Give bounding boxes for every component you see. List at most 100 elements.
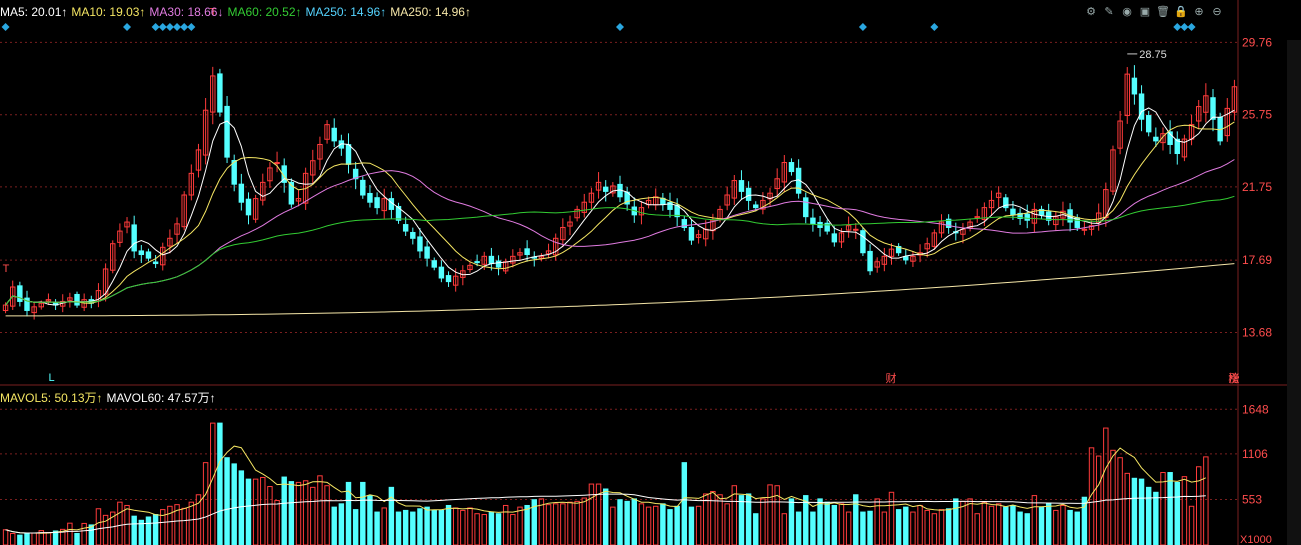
vol-legend-item-0: MAVOL5: 50.13万↑ bbox=[0, 391, 103, 405]
candle-body-60 bbox=[431, 260, 437, 268]
signal-diamond-13 bbox=[1187, 23, 1196, 31]
signal-diamond-9 bbox=[858, 23, 867, 31]
volume-bar-94 bbox=[674, 505, 680, 545]
volume-bar-167 bbox=[1195, 466, 1202, 545]
candle-body-20 bbox=[145, 251, 152, 259]
volume-bar-58 bbox=[417, 508, 423, 545]
low-marker: L bbox=[48, 372, 54, 384]
volume-bar-87 bbox=[624, 500, 630, 545]
eye-icon[interactable]: ◉ bbox=[1120, 4, 1134, 18]
briefcase-icon[interactable]: ▣ bbox=[1138, 4, 1152, 18]
volume-bar-160 bbox=[1145, 486, 1152, 545]
volume-bar-56 bbox=[402, 509, 409, 545]
zoom-in-icon[interactable]: ⊕ bbox=[1192, 4, 1206, 18]
volume-bar-52 bbox=[374, 511, 380, 545]
volume-bar-95 bbox=[681, 462, 688, 545]
candle-body-10 bbox=[74, 293, 80, 306]
kline-chart[interactable]: 29.7625.7521.7517.6913.6828.75LTT财 榜涨1648… bbox=[0, 0, 1301, 545]
candle-body-116 bbox=[831, 233, 838, 243]
volume-bar-125 bbox=[895, 509, 902, 545]
ma5-line bbox=[5, 107, 1235, 306]
candle-body-48 bbox=[345, 144, 352, 165]
volume-bar-31 bbox=[224, 457, 230, 545]
zoom-out-icon[interactable]: ⊖ bbox=[1210, 4, 1224, 18]
volume-bar-40 bbox=[288, 481, 295, 545]
volume-bar-120 bbox=[860, 511, 866, 545]
candle-body-96 bbox=[688, 226, 695, 241]
candle-body-2 bbox=[17, 285, 23, 302]
event-marker-2: 涨 bbox=[1228, 372, 1239, 385]
candle-body-119 bbox=[853, 228, 859, 231]
candle-body-110 bbox=[788, 162, 795, 173]
volume-bar-159 bbox=[1138, 478, 1145, 545]
volume-bar-158 bbox=[1131, 477, 1138, 545]
volume-bar-77 bbox=[552, 503, 559, 545]
volume-bar-65 bbox=[467, 507, 473, 545]
signal-diamond-4 bbox=[165, 23, 174, 31]
volume-bar-13 bbox=[95, 508, 102, 545]
candle-body-161 bbox=[1153, 136, 1159, 142]
signal-diamond-8 bbox=[616, 23, 624, 31]
candle-body-57 bbox=[410, 231, 416, 239]
volume-bar-85 bbox=[610, 506, 616, 545]
signal-diamond-3 bbox=[158, 23, 167, 31]
volume-bar-73 bbox=[524, 504, 530, 545]
volume-bar-34 bbox=[245, 478, 252, 545]
volume-bar-61 bbox=[438, 509, 445, 545]
y-tick-1: 25.75 bbox=[1242, 108, 1272, 122]
trash-icon[interactable]: 🗑 bbox=[1156, 4, 1170, 18]
volume-bar-82 bbox=[588, 483, 595, 545]
candle-body-56 bbox=[402, 224, 409, 232]
volume-bar-91 bbox=[653, 505, 659, 545]
volume-bar-6 bbox=[45, 532, 52, 545]
volume-bar-51 bbox=[367, 495, 373, 545]
volume-bar-49 bbox=[352, 509, 359, 545]
ma-legend-item-0: MA5: 20.01↑ bbox=[0, 5, 68, 19]
volume-bar-101 bbox=[724, 503, 730, 545]
volume-bar-131 bbox=[938, 509, 945, 545]
volume-bar-60 bbox=[431, 509, 437, 545]
candle-body-120 bbox=[860, 230, 866, 254]
volume-bar-37 bbox=[267, 486, 273, 545]
candle-body-30 bbox=[217, 73, 223, 113]
volume-bar-54 bbox=[388, 486, 395, 545]
candle-body-34 bbox=[245, 198, 252, 216]
volume-bar-84 bbox=[602, 488, 609, 545]
volume-bar-78 bbox=[560, 503, 566, 545]
volume-bar-115 bbox=[824, 501, 830, 545]
lock-icon[interactable]: 🔒 bbox=[1174, 4, 1188, 18]
volume-bar-109 bbox=[781, 513, 788, 545]
candle-body-113 bbox=[810, 217, 816, 225]
volume-bar-66 bbox=[474, 513, 480, 545]
settings-icon[interactable]: ⚙ bbox=[1084, 4, 1098, 18]
volume-bar-0 bbox=[2, 529, 9, 545]
max-price-label: 28.75 bbox=[1139, 49, 1167, 61]
volume-bar-161 bbox=[1153, 491, 1159, 545]
volume-bar-157 bbox=[1124, 472, 1130, 545]
volume-bar-50 bbox=[360, 481, 366, 545]
volume-bar-154 bbox=[1103, 427, 1109, 545]
volume-bar-105 bbox=[753, 513, 759, 545]
candle-body-105 bbox=[753, 204, 759, 209]
ma-legend-item-4: MA250: 14.96↑ bbox=[305, 5, 387, 19]
volume-bar-10 bbox=[74, 532, 80, 545]
pen-icon[interactable]: ✎ bbox=[1102, 4, 1116, 18]
volume-bar-68 bbox=[488, 511, 495, 545]
volume-bar-47 bbox=[338, 503, 345, 545]
volume-bar-64 bbox=[460, 509, 466, 545]
ma-legend-item-3: MA60: 20.52↑ bbox=[227, 5, 302, 19]
volume-bar-38 bbox=[274, 500, 280, 545]
volume-bar-142 bbox=[1017, 511, 1023, 545]
event-marker-0: 财 bbox=[885, 371, 896, 385]
volume-bar-143 bbox=[1024, 513, 1030, 545]
candle-body-52 bbox=[374, 197, 380, 209]
volume-bar-132 bbox=[945, 508, 952, 545]
y-tick-2: 21.75 bbox=[1242, 180, 1272, 194]
volume-bar-155 bbox=[1110, 449, 1116, 545]
volume-bar-168 bbox=[1203, 456, 1209, 545]
volume-bar-111 bbox=[795, 511, 802, 545]
volume-bar-139 bbox=[995, 503, 1002, 545]
volume-bar-110 bbox=[788, 498, 795, 545]
volume-bar-43 bbox=[310, 486, 316, 545]
ma250-line bbox=[5, 263, 1235, 317]
